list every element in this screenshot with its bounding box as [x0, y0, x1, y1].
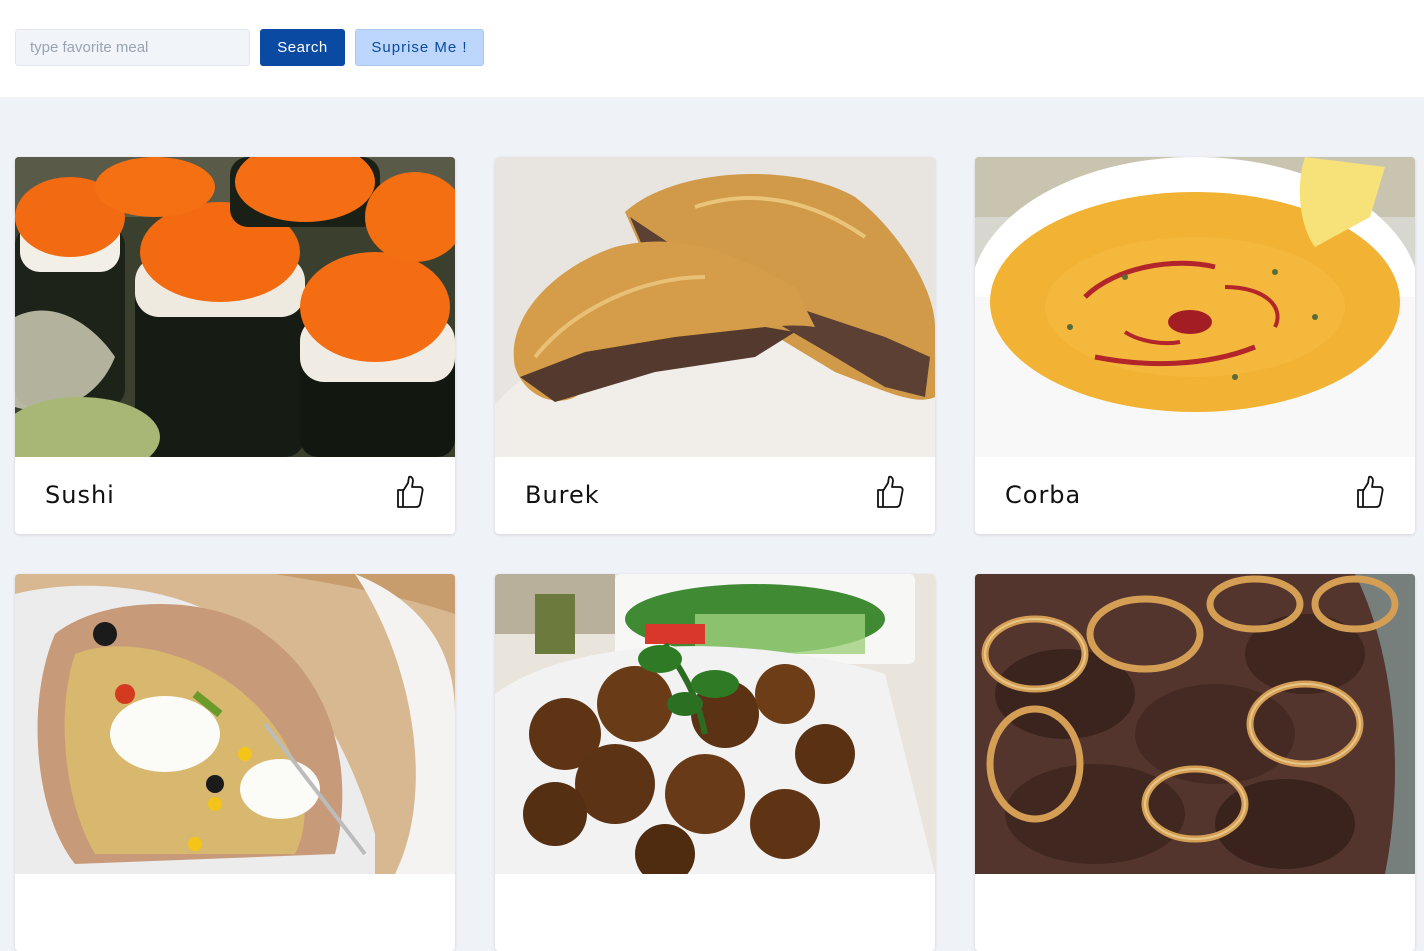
top-bar: Search Suprise Me ! — [0, 0, 1424, 97]
meal-title: Burek — [525, 481, 600, 509]
falafel-photo — [495, 574, 935, 874]
card-footer — [15, 874, 455, 951]
meal-card[interactable] — [495, 574, 935, 951]
meal-title: Sushi — [45, 481, 115, 509]
surprise-me-button[interactable]: Suprise Me ! — [355, 29, 484, 66]
card-footer: Sushi — [15, 457, 455, 534]
stuffed-baked-potato-photo — [15, 574, 455, 874]
thumbs-up-icon[interactable] — [1355, 475, 1385, 509]
thumbs-up-icon[interactable] — [395, 475, 425, 509]
meal-card[interactable] — [15, 574, 455, 951]
liver-and-onions-photo — [975, 574, 1415, 874]
corba-soup-photo — [975, 157, 1415, 457]
sushi-photo — [15, 157, 455, 457]
thumbs-up-icon[interactable] — [875, 475, 905, 509]
search-input[interactable] — [15, 29, 250, 66]
burek-photo — [495, 157, 935, 457]
meal-card[interactable] — [975, 574, 1415, 951]
meal-title: Corba — [1005, 481, 1082, 509]
search-button[interactable]: Search — [260, 29, 345, 66]
meal-card[interactable]: Sushi — [15, 157, 455, 534]
meal-card[interactable]: Burek — [495, 157, 935, 534]
card-footer: Burek — [495, 457, 935, 534]
card-footer — [495, 874, 935, 951]
card-footer — [975, 874, 1415, 951]
meal-card[interactable]: Corba — [975, 157, 1415, 534]
card-footer: Corba — [975, 457, 1415, 534]
